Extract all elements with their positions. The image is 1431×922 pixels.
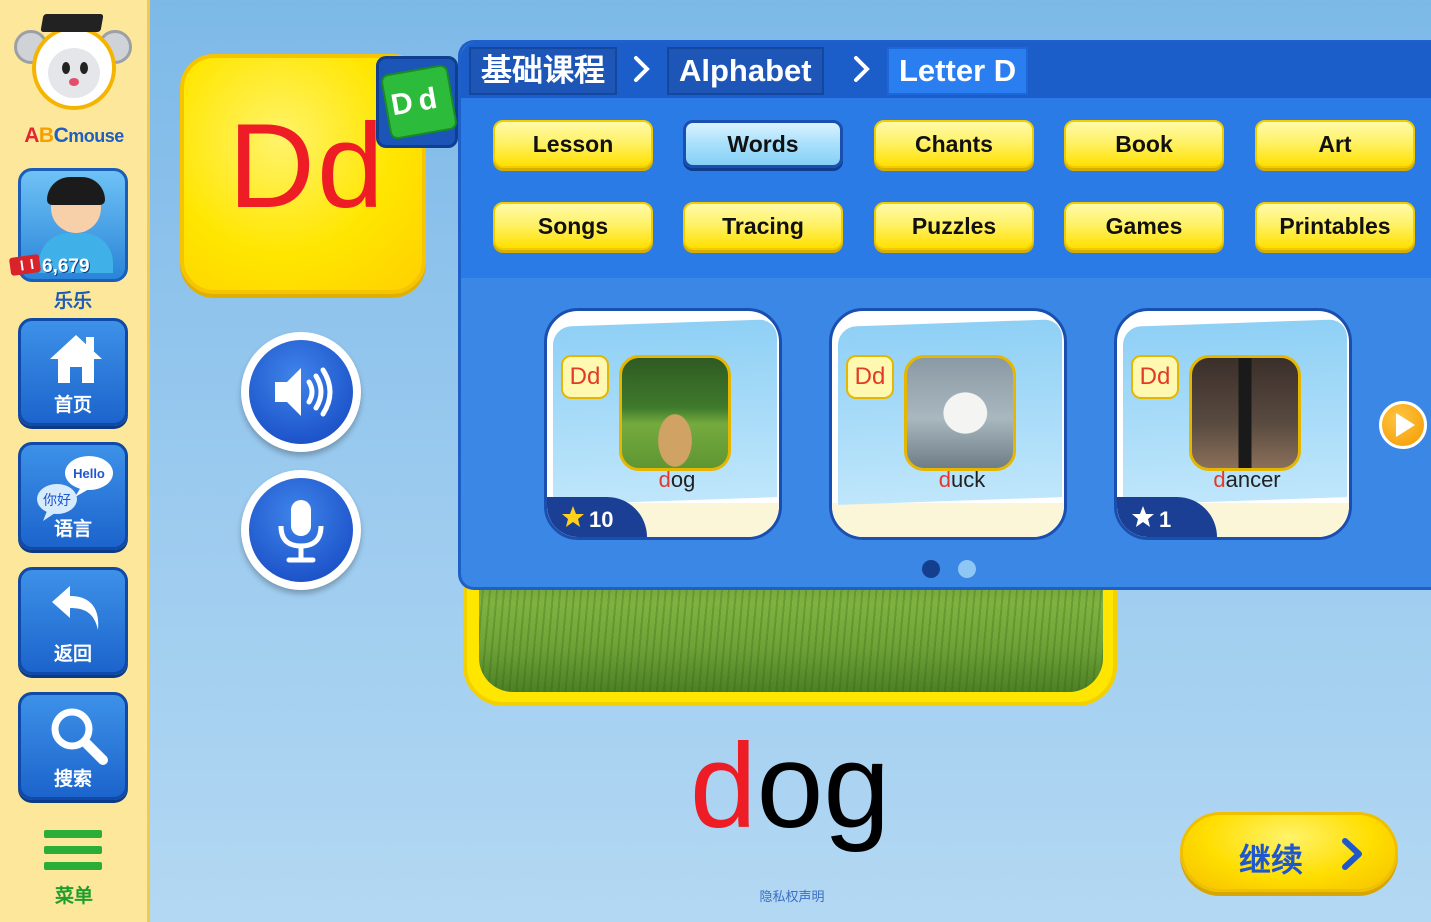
next-page-button[interactable]: [1379, 401, 1427, 449]
pagination-dot-active[interactable]: [922, 560, 940, 578]
breadcrumb-alphabet[interactable]: Alphabet: [667, 47, 824, 95]
dog-photo: [619, 355, 731, 471]
svg-text:你好: 你好: [43, 493, 71, 509]
star-count: 10: [589, 507, 614, 532]
dancer-photo: [1189, 355, 1301, 471]
graduation-cap-icon: [40, 14, 104, 32]
word-card-dog[interactable]: Dd dog 10: [544, 308, 782, 540]
microphone-icon: [278, 500, 324, 563]
svg-text:Hello: Hello: [73, 466, 105, 481]
word-display: dog: [640, 726, 940, 846]
privacy-link[interactable]: 隐私权声明: [700, 886, 884, 905]
tab-songs[interactable]: Songs: [493, 202, 653, 250]
home-label: 首页: [53, 394, 92, 416]
abcmouse-logo[interactable]: ABCmouse: [10, 8, 138, 156]
card-letter-badge: Dd: [561, 355, 609, 399]
continue-label: 继续: [1239, 841, 1304, 879]
star-icon: [562, 506, 584, 527]
activity-tabs: Lesson Words Chants Book Art Songs Traci…: [461, 98, 1431, 278]
mouse-eye: [80, 62, 88, 74]
mouse-nose: [69, 78, 79, 86]
points-value: 6,679: [42, 256, 90, 277]
tab-book[interactable]: Book: [1064, 120, 1224, 168]
home-icon: [50, 335, 102, 383]
tab-art[interactable]: Art: [1255, 120, 1415, 168]
tab-printables[interactable]: Printables: [1255, 202, 1415, 250]
back-button[interactable]: 返回: [18, 567, 128, 675]
record-voice-button[interactable]: [241, 470, 361, 590]
breadcrumb-basic-courses[interactable]: 基础课程: [469, 47, 617, 95]
tab-games[interactable]: Games: [1064, 202, 1224, 250]
letter-block-icon[interactable]: Dd: [376, 56, 459, 148]
breadcrumb: 基础课程 Alphabet Letter D: [461, 43, 1431, 98]
card-word-label: duck: [938, 467, 986, 492]
tab-lesson[interactable]: Lesson: [493, 120, 653, 168]
star-icon: [1132, 506, 1154, 527]
star-count: 1: [1159, 507, 1172, 532]
lesson-navigation-panel: 基础课程 Alphabet Letter D Lesson Words Chan…: [458, 40, 1431, 590]
pagination-dot[interactable]: [958, 560, 976, 578]
word-rest: og: [756, 719, 891, 853]
tab-words[interactable]: Words: [683, 120, 843, 168]
chevron-right-icon: [634, 56, 650, 82]
search-label: 搜索: [53, 768, 92, 790]
speaker-icon: [275, 367, 333, 417]
chevron-right-icon: [854, 56, 870, 82]
card-letter-badge: Dd: [846, 355, 894, 399]
breadcrumb-letter-d[interactable]: Letter D: [887, 47, 1029, 95]
speech-bubbles-icon: Hello 你好: [37, 456, 113, 521]
word-card-duck[interactable]: Dd duck: [829, 308, 1067, 540]
mouse-face: [48, 48, 100, 98]
avatar-hair: [47, 177, 105, 205]
back-label: 返回: [53, 643, 92, 665]
card-letter-badge: Dd: [1131, 355, 1179, 399]
card-word-label: dog: [658, 467, 696, 492]
card-word-label: dancer: [1213, 467, 1281, 492]
play-arrow-icon: [1396, 413, 1415, 437]
sidebar: ABCmouse 6,679 乐乐 首页 Hello 你好 语言 返回 搜索 菜…: [0, 0, 150, 922]
home-button[interactable]: 首页: [18, 318, 128, 426]
tab-puzzles[interactable]: Puzzles: [874, 202, 1034, 250]
ticket-icon: [8, 253, 42, 276]
word-card-dancer[interactable]: Dd dancer 1: [1114, 308, 1352, 540]
word-first-letter: d: [689, 719, 757, 853]
mouse-eye: [62, 62, 70, 74]
tab-tracing[interactable]: Tracing: [683, 202, 843, 250]
duck-photo: [904, 355, 1016, 471]
language-label: 语言: [53, 518, 92, 540]
menu-label: 菜单: [54, 885, 93, 907]
ticket-points: 6,679: [8, 253, 130, 282]
search-button[interactable]: 搜索: [18, 692, 128, 800]
username: 乐乐: [53, 290, 92, 312]
menu-button[interactable]: 菜单: [20, 826, 128, 916]
chevron-right-icon: [1342, 838, 1362, 870]
continue-button[interactable]: 继续: [1180, 812, 1398, 892]
logo-wordmark: ABCmouse: [24, 124, 124, 147]
back-arrow-icon: [52, 586, 99, 630]
play-sound-button[interactable]: [241, 332, 361, 452]
tab-chants[interactable]: Chants: [874, 120, 1034, 168]
search-icon: [51, 708, 108, 765]
language-button[interactable]: Hello 你好 语言: [18, 442, 128, 550]
